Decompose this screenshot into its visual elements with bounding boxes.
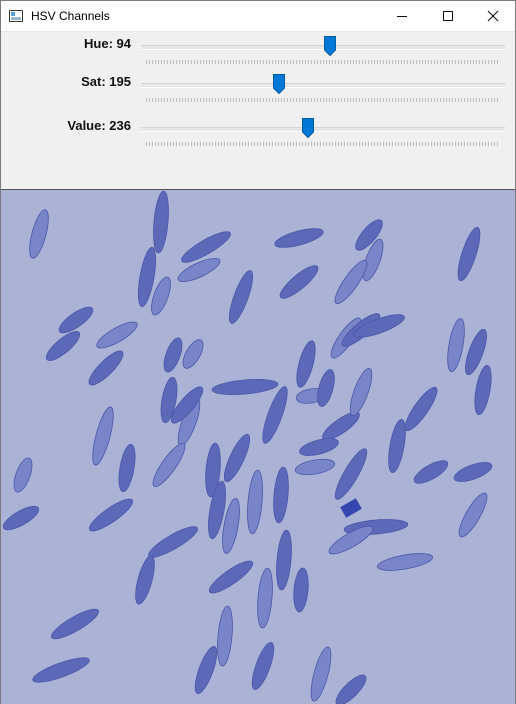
hue-row: Hue: 94 <box>1 34 515 74</box>
value-row: Value: 236 <box>1 116 515 156</box>
sat-row: Sat: 195 <box>1 72 515 112</box>
minimize-icon <box>397 16 407 17</box>
value-tick-marks <box>146 142 498 146</box>
minimize-button[interactable] <box>379 1 425 31</box>
maximize-button[interactable] <box>425 1 471 31</box>
window-app-icon <box>9 10 23 22</box>
hue-tick-marks <box>146 60 498 64</box>
close-icon <box>487 10 499 22</box>
close-button[interactable] <box>470 1 516 31</box>
window-title: HSV Channels <box>31 9 110 23</box>
hue-slider-track[interactable] <box>141 45 505 50</box>
sat-label: Sat: 195 <box>81 74 131 89</box>
sat-slider-thumb[interactable] <box>273 74 286 94</box>
hsv-window: HSV Channels Hue: 94 Sat: 195 Value: 236 <box>0 0 516 704</box>
hue-label: Hue: 94 <box>84 36 131 51</box>
hue-slider-thumb[interactable] <box>324 36 337 56</box>
maximize-icon <box>443 11 453 21</box>
title-bar[interactable]: HSV Channels <box>1 1 515 32</box>
value-slider-track[interactable] <box>141 127 505 132</box>
sat-tick-marks <box>146 98 498 102</box>
rice-grains-image <box>1 190 515 704</box>
value-slider-thumb[interactable] <box>302 118 315 138</box>
trackbar-panel: Hue: 94 Sat: 195 Value: 236 <box>1 32 515 188</box>
image-view <box>1 189 515 704</box>
sat-slider-track[interactable] <box>141 83 505 88</box>
value-label: Value: 236 <box>67 118 131 133</box>
